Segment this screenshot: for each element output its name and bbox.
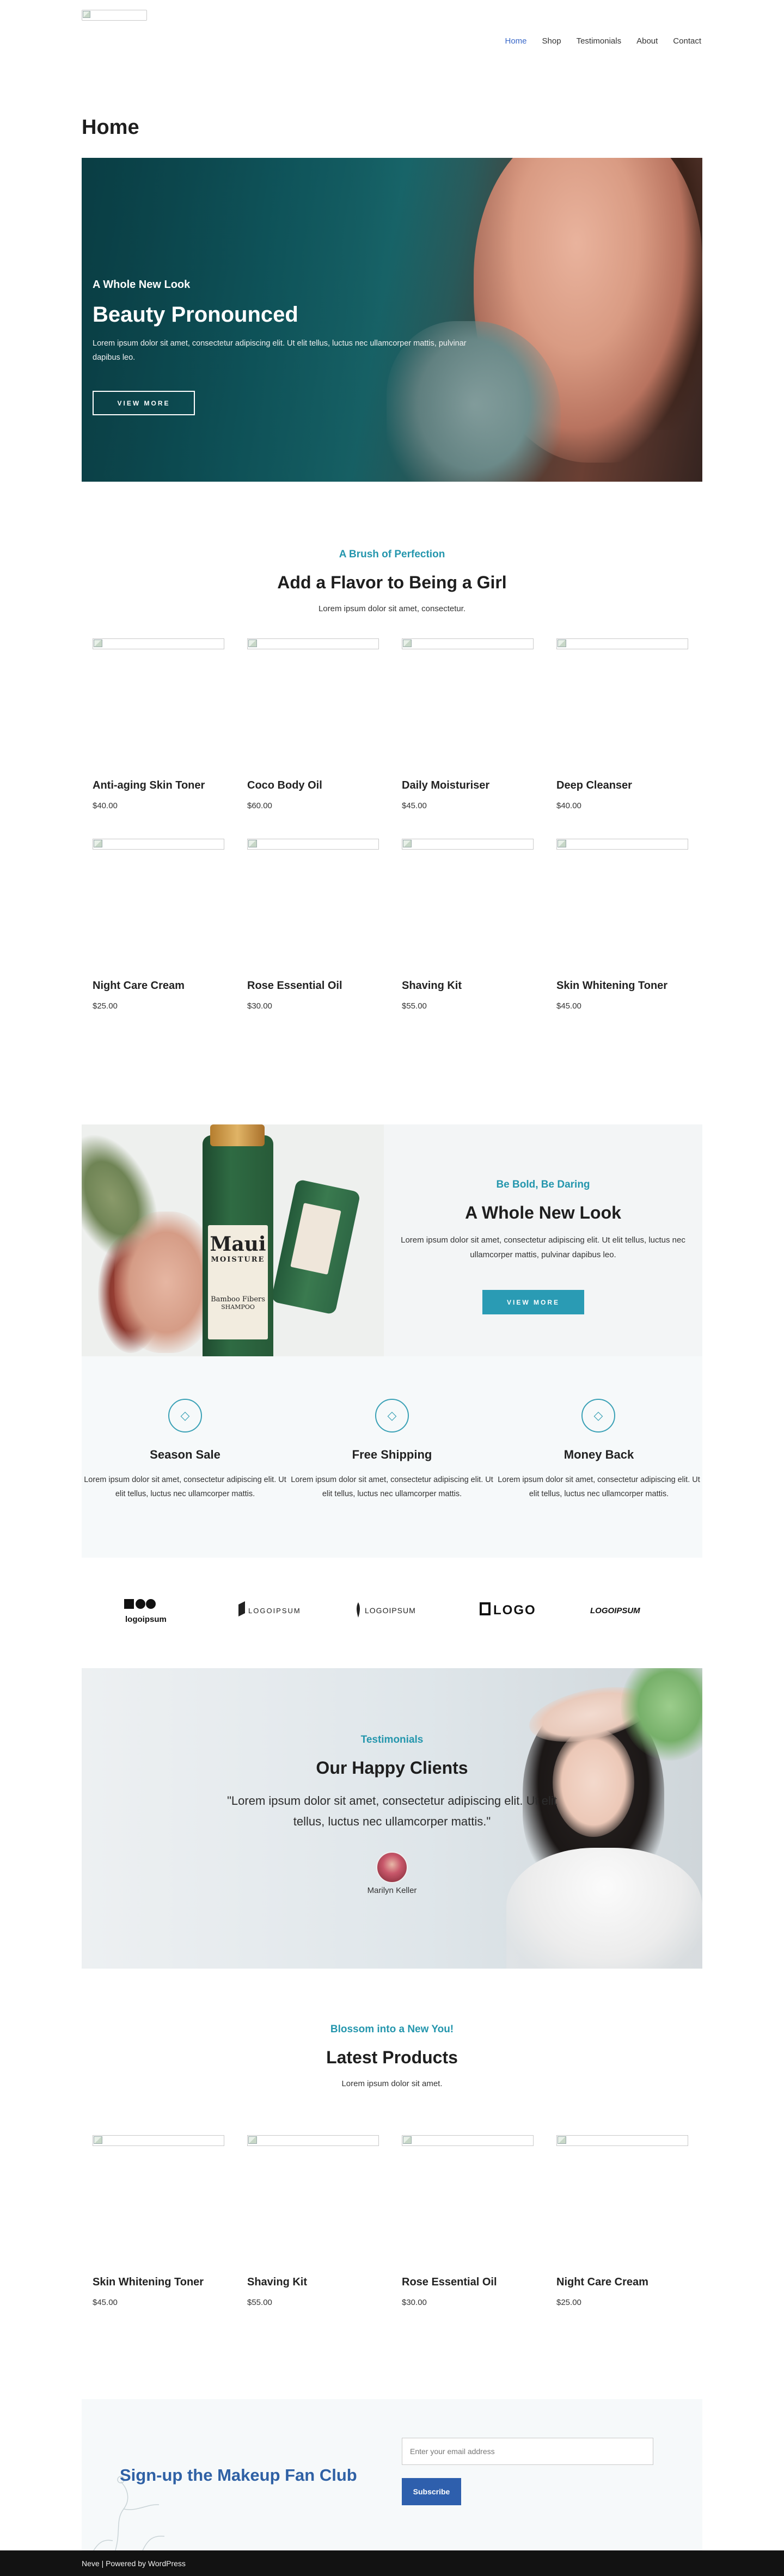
bottle-type: SHAMPOO: [221, 1304, 255, 1311]
testimonial-quote: "Lorem ipsum dolor sit amet, consectetur…: [227, 1794, 557, 1828]
partner-logo-5: LOGOIPSUM: [590, 1606, 640, 1615]
nav-testimonials[interactable]: Testimonials: [577, 36, 622, 46]
feature-title: A Whole New Look: [465, 1203, 621, 1222]
service-title: Free Shipping: [352, 1448, 432, 1461]
logo-text-2: LOGOIPSUM: [248, 1607, 301, 1615]
product-name[interactable]: Coco Body Oil: [247, 779, 322, 792]
product-image[interactable]: [247, 2135, 379, 2146]
product-price: $30.00: [402, 2298, 427, 2307]
bottle-sub: MOISTURE: [211, 1256, 265, 1264]
bottle-brand: Maui: [210, 1233, 266, 1256]
product-name[interactable]: Skin Whitening Toner: [556, 980, 667, 992]
product-name[interactable]: Shaving Kit: [247, 2276, 307, 2289]
hero-view-more-button[interactable]: VIEW MORE: [93, 391, 195, 415]
logo-text-5: LOGOIPSUM: [590, 1606, 640, 1615]
page-title: Home: [82, 116, 139, 139]
nav-about[interactable]: About: [636, 36, 658, 46]
site-logo[interactable]: [82, 10, 147, 21]
feature-photo: Maui MOISTURE Bamboo Fibers SHAMPOO: [82, 1124, 384, 1356]
site-footer: Neve | Powered by WordPress: [0, 2550, 784, 2576]
product-price: $45.00: [402, 801, 427, 810]
product-image[interactable]: [93, 2135, 224, 2146]
product-name[interactable]: Rose Essential Oil: [247, 980, 342, 992]
product-image[interactable]: [556, 839, 688, 850]
feature-text: Lorem ipsum dolor sit amet, consectetur …: [401, 1235, 685, 1259]
logo-text-3: LOGOIPSUM: [365, 1606, 416, 1615]
product-price: $30.00: [247, 1001, 272, 1011]
product-image[interactable]: [247, 839, 379, 850]
bottle-label: Maui MOISTURE Bamboo Fibers SHAMPOO: [208, 1225, 268, 1339]
products-title: Add a Flavor to Being a Girl: [277, 573, 507, 592]
latest-kicker: Blossom into a New You!: [330, 2024, 454, 2035]
testimonial-author: Marilyn Keller: [367, 1886, 417, 1895]
product-name[interactable]: Deep Cleanser: [556, 779, 632, 792]
products-kicker: A Brush of Perfection: [339, 549, 445, 560]
avatar: [376, 1852, 408, 1883]
hero-title: Beauty Pronounced: [93, 303, 298, 327]
truck-icon: ◇: [375, 1399, 409, 1433]
product-name[interactable]: Skin Whitening Toner: [93, 2276, 204, 2289]
product-price: $55.00: [402, 1001, 427, 1011]
hero-text: Lorem ipsum dolor sit amet, consectetur …: [93, 339, 467, 362]
tag-icon: ◇: [168, 1399, 202, 1433]
product-image[interactable]: [402, 638, 534, 649]
product-name[interactable]: Night Care Cream: [93, 980, 185, 992]
service-title: Money Back: [564, 1448, 634, 1461]
product-image[interactable]: [247, 638, 379, 649]
products-subtitle: Lorem ipsum dolor sit amet, consectetur.: [318, 604, 466, 613]
testimonial-photo-top: [506, 1848, 702, 1969]
product-price: $25.00: [556, 2298, 581, 2307]
newsletter-title: Sign-up the Makeup Fan Club: [120, 2466, 357, 2485]
product-name[interactable]: Anti-aging Skin Toner: [93, 779, 205, 792]
product-name[interactable]: Rose Essential Oil: [402, 2276, 497, 2289]
email-field[interactable]: Enter your email address: [402, 2438, 653, 2465]
partner-logos: logoipsum LOGOIPSUM LOGOIPSUM LOGO LOGOI…: [124, 1599, 640, 1624]
partner-logo-1: logoipsum: [124, 1599, 167, 1624]
testimonials-kicker: Testimonials: [360, 1734, 424, 1745]
product-price: $60.00: [247, 801, 272, 810]
service-title: Season Sale: [150, 1448, 220, 1461]
service-text: Lorem ipsum dolor sit amet, consectetur …: [84, 1475, 286, 1498]
main-nav: Home Shop Testimonials About Contact: [505, 36, 702, 46]
product-image[interactable]: [556, 2135, 688, 2146]
nav-home[interactable]: Home: [505, 36, 527, 46]
money-icon: ◇: [581, 1399, 615, 1433]
service-text: Lorem ipsum dolor sit amet, consectetur …: [291, 1475, 493, 1498]
product-price: $40.00: [93, 801, 118, 810]
footer-text[interactable]: Neve | Powered by WordPress: [82, 2559, 186, 2568]
subscribe-button[interactable]: Subscribe: [402, 2478, 461, 2505]
product-image[interactable]: [402, 839, 534, 850]
product-name[interactable]: Shaving Kit: [402, 980, 462, 992]
testimonials-title: Our Happy Clients: [316, 1758, 468, 1778]
bottle-cap: [210, 1124, 265, 1146]
feature-view-more-button[interactable]: VIEW MORE: [482, 1290, 584, 1314]
bottle-line: Bamboo Fibers: [211, 1295, 265, 1304]
logo-text-4: LOGO: [493, 1603, 536, 1618]
product-price: $45.00: [93, 2298, 118, 2307]
hero-kicker: A Whole New Look: [93, 279, 191, 291]
product-price: $40.00: [556, 801, 581, 810]
service-text: Lorem ipsum dolor sit amet, consectetur …: [498, 1475, 700, 1498]
product-price: $25.00: [93, 1001, 118, 1011]
partner-logo-3: LOGOIPSUM: [357, 1602, 416, 1618]
partner-logo-4: LOGO: [480, 1602, 536, 1618]
product-image[interactable]: [93, 638, 224, 649]
partner-logo-2: LOGOIPSUM: [238, 1601, 301, 1616]
logo-text-1: logoipsum: [125, 1615, 167, 1624]
product-name[interactable]: Daily Moisturiser: [402, 779, 489, 792]
nav-contact[interactable]: Contact: [673, 36, 701, 46]
product-name[interactable]: Night Care Cream: [556, 2276, 648, 2289]
feature-kicker: Be Bold, Be Daring: [496, 1179, 590, 1190]
product-image[interactable]: [556, 638, 688, 649]
product-image[interactable]: [93, 839, 224, 850]
latest-subtitle: Lorem ipsum dolor sit amet.: [341, 2079, 443, 2088]
latest-title: Latest Products: [326, 2048, 458, 2067]
product-price: $45.00: [556, 1001, 581, 1011]
product-price: $55.00: [247, 2298, 272, 2307]
nav-shop[interactable]: Shop: [542, 36, 561, 46]
product-image[interactable]: [402, 2135, 534, 2146]
